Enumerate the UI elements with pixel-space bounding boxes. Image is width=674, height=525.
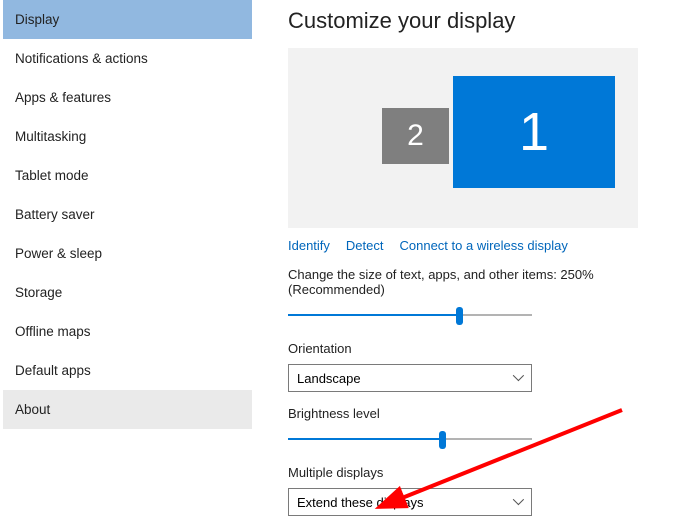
slider-fill — [288, 314, 459, 316]
sidebar-item-label: Battery saver — [15, 207, 95, 222]
sidebar-item-label: Display — [15, 12, 59, 27]
sidebar-item-label: About — [15, 402, 50, 417]
brightness-label: Brightness level — [288, 406, 660, 421]
sidebar-item-label: Tablet mode — [15, 168, 89, 183]
sidebar-item-label: Multitasking — [15, 129, 86, 144]
sidebar-item-apps-features[interactable]: Apps & features — [3, 78, 252, 117]
sidebar-item-label: Apps & features — [15, 90, 111, 105]
main-panel: Customize your display 2 1 Identify Dete… — [252, 0, 674, 525]
orientation-select[interactable]: Landscape — [288, 364, 532, 392]
slider-thumb[interactable] — [439, 431, 446, 449]
page-title: Customize your display — [288, 8, 660, 34]
sidebar-item-display[interactable]: Display — [3, 0, 252, 39]
slider-fill — [288, 438, 442, 440]
scale-slider[interactable] — [288, 305, 532, 327]
orientation-label: Orientation — [288, 341, 660, 356]
sidebar-item-tablet-mode[interactable]: Tablet mode — [3, 156, 252, 195]
monitor-2[interactable]: 2 — [382, 108, 449, 164]
scale-label: Change the size of text, apps, and other… — [288, 267, 660, 297]
select-value: Extend these displays — [297, 495, 423, 510]
sidebar-item-label: Offline maps — [15, 324, 91, 339]
sidebar-item-label: Power & sleep — [15, 246, 102, 261]
sidebar-item-label: Notifications & actions — [15, 51, 148, 66]
select-value: Landscape — [297, 371, 361, 386]
sidebar-item-multitasking[interactable]: Multitasking — [3, 117, 252, 156]
sidebar-item-about[interactable]: About — [3, 390, 252, 429]
multiple-displays-select[interactable]: Extend these displays — [288, 488, 532, 516]
chevron-down-icon — [513, 373, 523, 383]
detect-link[interactable]: Detect — [346, 238, 384, 253]
slider-thumb[interactable] — [456, 307, 463, 325]
settings-sidebar: Display Notifications & actions Apps & f… — [0, 0, 252, 525]
sidebar-item-offline-maps[interactable]: Offline maps — [3, 312, 252, 351]
multiple-displays-label: Multiple displays — [288, 465, 660, 480]
sidebar-item-default-apps[interactable]: Default apps — [3, 351, 252, 390]
sidebar-item-label: Default apps — [15, 363, 91, 378]
sidebar-item-notifications[interactable]: Notifications & actions — [3, 39, 252, 78]
sidebar-item-battery-saver[interactable]: Battery saver — [3, 195, 252, 234]
monitor-1[interactable]: 1 — [453, 76, 615, 188]
display-arrangement[interactable]: 2 1 — [288, 48, 638, 228]
display-links: Identify Detect Connect to a wireless di… — [288, 238, 660, 253]
monitor-label: 1 — [519, 101, 549, 163]
sidebar-item-power-sleep[interactable]: Power & sleep — [3, 234, 252, 273]
sidebar-item-label: Storage — [15, 285, 62, 300]
sidebar-item-storage[interactable]: Storage — [3, 273, 252, 312]
brightness-slider[interactable] — [288, 429, 532, 451]
wireless-display-link[interactable]: Connect to a wireless display — [400, 238, 568, 253]
chevron-down-icon — [513, 497, 523, 507]
identify-link[interactable]: Identify — [288, 238, 330, 253]
monitor-label: 2 — [407, 119, 424, 153]
